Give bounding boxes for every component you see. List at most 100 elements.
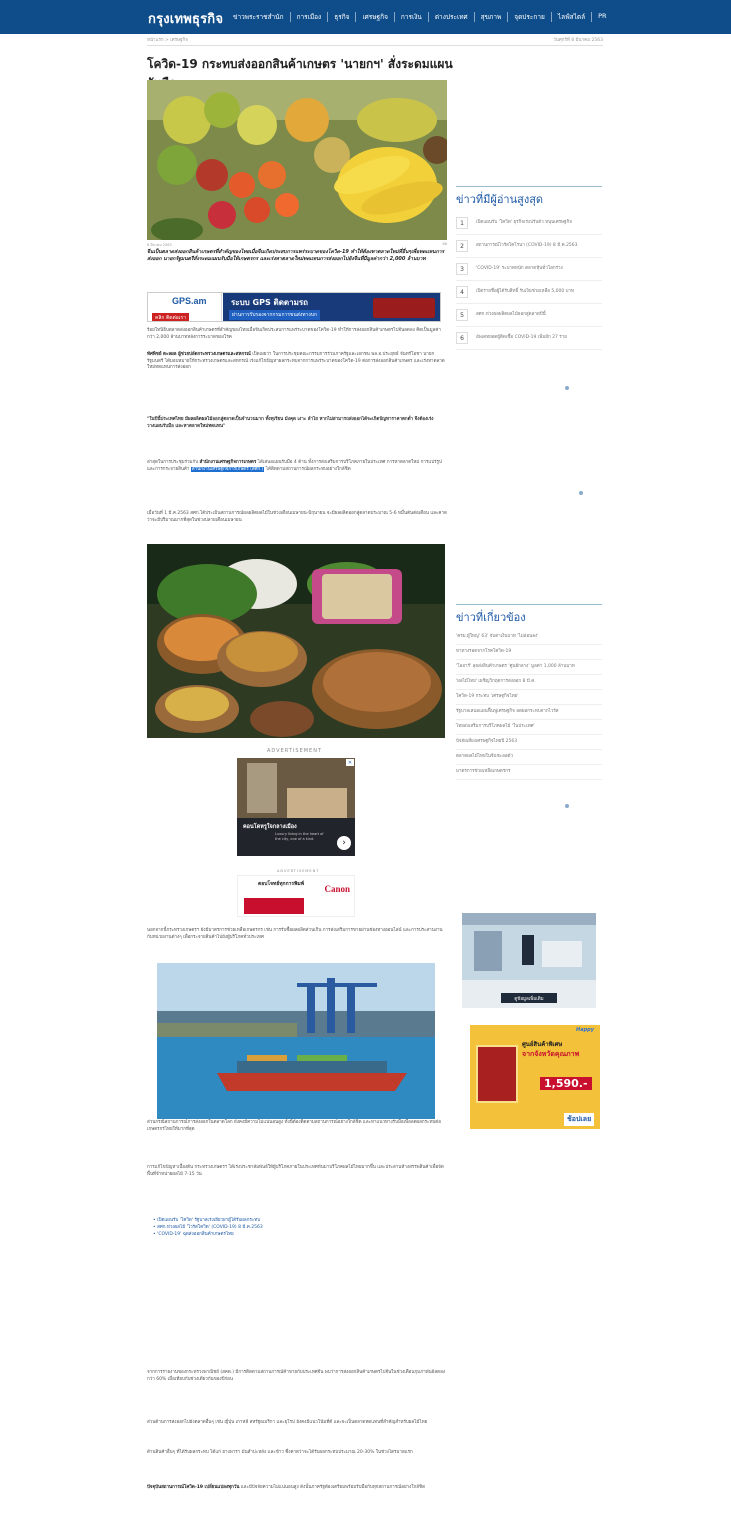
- nav-item[interactable]: ต่างประเทศ: [429, 12, 475, 22]
- article-paragraph: ล่าสุดในการประชุมร่วมกับ สำนักงานเศรษฐกิ…: [147, 460, 447, 473]
- advertisement-label: ADVERTISEMENT: [277, 869, 320, 873]
- article-paragraph: เมื่อวันที่ 1 มี.ค.2563 สศก.ได้ประเมินสถ…: [147, 511, 447, 523]
- promo-headline: ศูนย์สินค้าพิเศษ: [522, 1041, 563, 1048]
- nav-item[interactable]: เศรษฐกิจ: [356, 12, 395, 22]
- popular-news-title: ข่าวที่มีผู้อ่านสูงสุด: [456, 186, 602, 208]
- related-news-title: ข่าวที่เกี่ยวข้อง: [456, 604, 602, 626]
- rank-number: 1: [456, 217, 468, 229]
- chevron-right-icon[interactable]: ›: [337, 836, 351, 850]
- related-link[interactable]: • 'COVID-19' ฉุดส่งออกสินค้าเกษตรไทย: [153, 1231, 263, 1238]
- condo-ad-text: Luxury living in the heart of the city, …: [275, 832, 324, 841]
- rank-number: 3: [456, 263, 468, 275]
- related-links-list: • เปิดแผนรับ 'โควิด' รัฐบาลเร่งเยียวยาผู…: [153, 1217, 263, 1238]
- related-news-item[interactable]: หาทางรอดจากโรคโควิด-19: [456, 645, 602, 660]
- hero-caption: 6 มีนาคม 2563 86: [147, 242, 447, 248]
- product-box-icon: [476, 1045, 518, 1103]
- nav-item[interactable]: ไลฟ์สไตล์: [552, 12, 593, 22]
- popular-news-text[interactable]: อัพเดทยอดผู้ติดเชื้อ COVID-19 เพิ่มอีก 2…: [476, 335, 567, 341]
- popular-news-item[interactable]: 5 สศก.ห่วงผลผลิตผลไม้ออกสู่ตลาดปีนี้: [456, 304, 602, 327]
- related-news-item[interactable]: 'ครม.ผู้ใหญ่' 63' จับตาเงินบาท 'ไม่อ่อนล…: [456, 630, 602, 645]
- breadcrumb: หน้าแรก > เศรษฐกิจ วันศุกร์ที่ 8 มีนาคม …: [147, 35, 603, 46]
- rank-number: 6: [456, 332, 468, 344]
- article-lead: จีนเป็นตลาดส่งออกสินค้าเกษตรที่สำคัญของไ…: [147, 249, 445, 262]
- nav-item[interactable]: การเมือง: [291, 12, 329, 22]
- related-news-list: 'ครม.ผู้ใหญ่' 63' จับตาเงินบาท 'ไม่อ่อนล…: [456, 630, 602, 780]
- gps-brand: GPS.am: [172, 296, 207, 306]
- related-link[interactable]: • สศก.ห่วงผลไม้ 'ไวรัสโควิด' (COVID-19) …: [153, 1224, 263, 1231]
- rank-number: 4: [456, 286, 468, 298]
- article-paragraph: ด้านสินค้าอื่นๆ ที่ได้รับผลกระทบ ได้แก่ …: [147, 1450, 413, 1455]
- ad-marker-icon: [579, 491, 583, 495]
- related-news-item[interactable]: โควิด-19 กระทบ 'เศรษฐกิจไทย': [456, 690, 602, 705]
- nav-item[interactable]: ข่าวพระราชสำนัก: [227, 12, 291, 22]
- paragraph-emphasis: ปัจจุบันสถานการณ์โควิด-19 เปลี่ยนแปลงทุก…: [147, 1485, 240, 1490]
- nav-item[interactable]: ธุรกิจ: [328, 12, 357, 22]
- main-nav: ข่าวพระราชสำนัก การเมือง ธุรกิจ เศรษฐกิจ…: [227, 12, 613, 22]
- popular-news-text[interactable]: สศก.ห่วงผลผลิตผลไม้ออกสู่ตลาดปีนี้: [476, 312, 546, 318]
- canon-logo: Canon: [324, 884, 350, 894]
- rank-number: 2: [456, 240, 468, 252]
- port-container-image: [157, 963, 435, 1119]
- paragraph-text: ได้ติดตามสถานการณ์ผลกระทบอย่างใกล้ชิด: [264, 466, 351, 472]
- popular-news-item[interactable]: 2 สถานการณ์ไวรัสโคโรนา (COVID-19) 8 มี.ค.…: [456, 235, 602, 258]
- truck-icon: [373, 298, 435, 318]
- site-logo[interactable]: กรุงเทพธุรกิจ: [148, 8, 223, 29]
- site-header: กรุงเทพธุรกิจ ข่าวพระราชสำนัก การเมือง ธ…: [0, 0, 731, 34]
- nav-item[interactable]: PR: [592, 12, 612, 22]
- related-news-item[interactable]: 'ผลไม้ไทย' เผชิญวิกฤตการส่งออก 8 มี.ค.: [456, 675, 602, 690]
- popular-news-item[interactable]: 1 เปิดแผนรับ 'โควิด' ธุรกิจเร่งปรับตัว หน…: [456, 212, 602, 235]
- photo-date: 6 มีนาคม 2563: [147, 243, 172, 247]
- nav-item[interactable]: การเงิน: [395, 12, 429, 22]
- paragraph-text: และมีปัจจัยความไม่แน่นอนสูง ดังนั้นภาครั…: [239, 1485, 426, 1490]
- banner-headline: ระบบ GPS ติดตามรถ: [231, 298, 309, 307]
- article-paragraph: ปัจจุบันสถานการณ์โควิด-19 เปลี่ยนแปลงทุก…: [147, 1485, 447, 1492]
- food-basket-image: [147, 544, 445, 738]
- sidebar-condo-ad[interactable]: ดูข้อมูลเพิ่มเติม: [462, 913, 596, 1008]
- photo-views: 86: [442, 242, 447, 246]
- nav-item[interactable]: จุดประกาย: [508, 12, 552, 22]
- nav-item[interactable]: สุขภาพ: [475, 12, 509, 22]
- article-paragraph: การแก้ไขปัญหาเบื้องต้น กระทรวงเกษตรฯ ได้…: [147, 1165, 444, 1177]
- popular-news-item[interactable]: 6 อัพเดทยอดผู้ติดเชื้อ COVID-19 เพิ่มอีก …: [456, 327, 602, 350]
- related-news-item[interactable]: มาตรการช่วยเหลือเกษตรกร: [456, 765, 602, 780]
- popular-news-text[interactable]: เปิดแผนรับ 'โควิด' ธุรกิจเร่งปรับตัว หนุ…: [476, 220, 572, 226]
- promo-cta-button[interactable]: ช้อปเลย: [564, 1113, 595, 1126]
- related-link[interactable]: • เปิดแผนรับ 'โควิด' รัฐบาลเร่งเยียวยาผู…: [153, 1217, 263, 1224]
- banner-cta[interactable]: คลิก ติดต่อเรา: [152, 313, 189, 321]
- ad-cta-button[interactable]: ดูข้อมูลเพิ่มเติม: [501, 993, 557, 1003]
- advertisement-label: ADVERTISEMENT: [267, 748, 323, 754]
- article-paragraph: นอกจากนี้กระทรวงเกษตรฯ ยังมีมาตรการช่วยเ…: [147, 928, 443, 940]
- hero-image-fruits: [147, 80, 447, 240]
- popular-news-item[interactable]: 3 'COVID-19' ระบาดหนัก ตลาดหุ้นทั่วโลกร่ว…: [456, 258, 602, 281]
- agency-name: สำนักงานเศรษฐกิจการเกษตร: [199, 460, 257, 465]
- ad-close-icon[interactable]: ✕: [346, 759, 354, 766]
- related-news-item[interactable]: ปัจจัยเสี่ยงเศรษฐกิจไทยปี 2563: [456, 735, 602, 750]
- promo-price: 1,590.-: [540, 1077, 592, 1090]
- article-paragraph: ร้อยโทนิธิบตลาดส่งออกสินค้าเกษตรที่สำคัญ…: [147, 328, 441, 340]
- related-news-item[interactable]: ตลาดผลไม้ไทยในจีนชะลอตัว: [456, 750, 602, 765]
- condo-ad[interactable]: คอนโดหรูใจกลางเมือง Luxury living in the…: [237, 758, 355, 856]
- article-paragraph: ทัศพิชย์ ตะลผล ผู้ช่วยปลัดกระทรวงเกษตรแล…: [147, 352, 447, 372]
- popular-news-list: 1 เปิดแผนรับ 'โควิด' ธุรกิจเร่งปรับตัว หน…: [456, 212, 602, 350]
- banner-subtitle: ผ่านการรับรองจากกรมการขนส่งทางบก: [229, 310, 321, 320]
- highlighted-link[interactable]: สำนักงานเศรษฐกิจการเกษตร (สศก.): [190, 466, 265, 472]
- popular-news-text[interactable]: เปิดรายชื่อผู้ได้รับสิทธิ์ รับเงินช่วยเห…: [476, 289, 574, 295]
- article-paragraph: จากการรายงานของกระทรวงพาณิชย์ (สคต.) มีก…: [147, 1370, 446, 1382]
- related-news-item[interactable]: รัฐบาลเสนอแผนฟื้นฟูเศรษฐกิจ ลดผลกระทบจาก…: [456, 705, 602, 720]
- breadcrumb-path[interactable]: หน้าแรก > เศรษฐกิจ: [147, 36, 188, 43]
- popular-news-item[interactable]: 4 เปิดรายชื่อผู้ได้รับสิทธิ์ รับเงินช่วยเ…: [456, 281, 602, 304]
- popular-news-text[interactable]: สถานการณ์ไวรัสโคโรนา (COVID-19) 8 มี.ค.2…: [476, 243, 578, 249]
- article-paragraph: ส่วนกรณีสถานการณ์การส่งออกในตลาดโลก ยังค…: [147, 1120, 441, 1132]
- paragraph-text: ล่าสุดในการประชุมร่วมกับ: [147, 460, 200, 465]
- gps-banner-ad[interactable]: GPS.am คลิก ติดต่อเรา ระบบ GPS ติดตามรถ …: [147, 292, 441, 322]
- promo-brand: Happy: [576, 1027, 594, 1033]
- related-news-item[interactable]: 'โออาร์' ลุยส่งสินค้าเกษตร 'ศูนย์กลาง' ม…: [456, 660, 602, 675]
- quoted-person: ทัศพิชย์ ตะลผล ผู้ช่วยปลัดกระทรวงเกษตรแล…: [147, 352, 251, 357]
- promo-subtitle: จากจังหวัดคุณภาพ: [522, 1050, 580, 1058]
- sidebar-promo-ad[interactable]: Happy ศูนย์สินค้าพิเศษ จากจังหวัดคุณภาพ …: [470, 1025, 600, 1129]
- canon-ad-text: ตอบโจทย์ทุกการพิมพ์: [258, 881, 304, 887]
- canon-ad[interactable]: Canon ตอบโจทย์ทุกการพิมพ์: [237, 875, 355, 917]
- popular-news-text[interactable]: 'COVID-19' ระบาดหนัก ตลาดหุ้นทั่วโลกร่วง: [476, 266, 563, 272]
- printer-icon: [244, 898, 304, 914]
- related-news-item[interactable]: ไทยส่งเสริมการบริโภคผลไม้ 'ในประเทศ': [456, 720, 602, 735]
